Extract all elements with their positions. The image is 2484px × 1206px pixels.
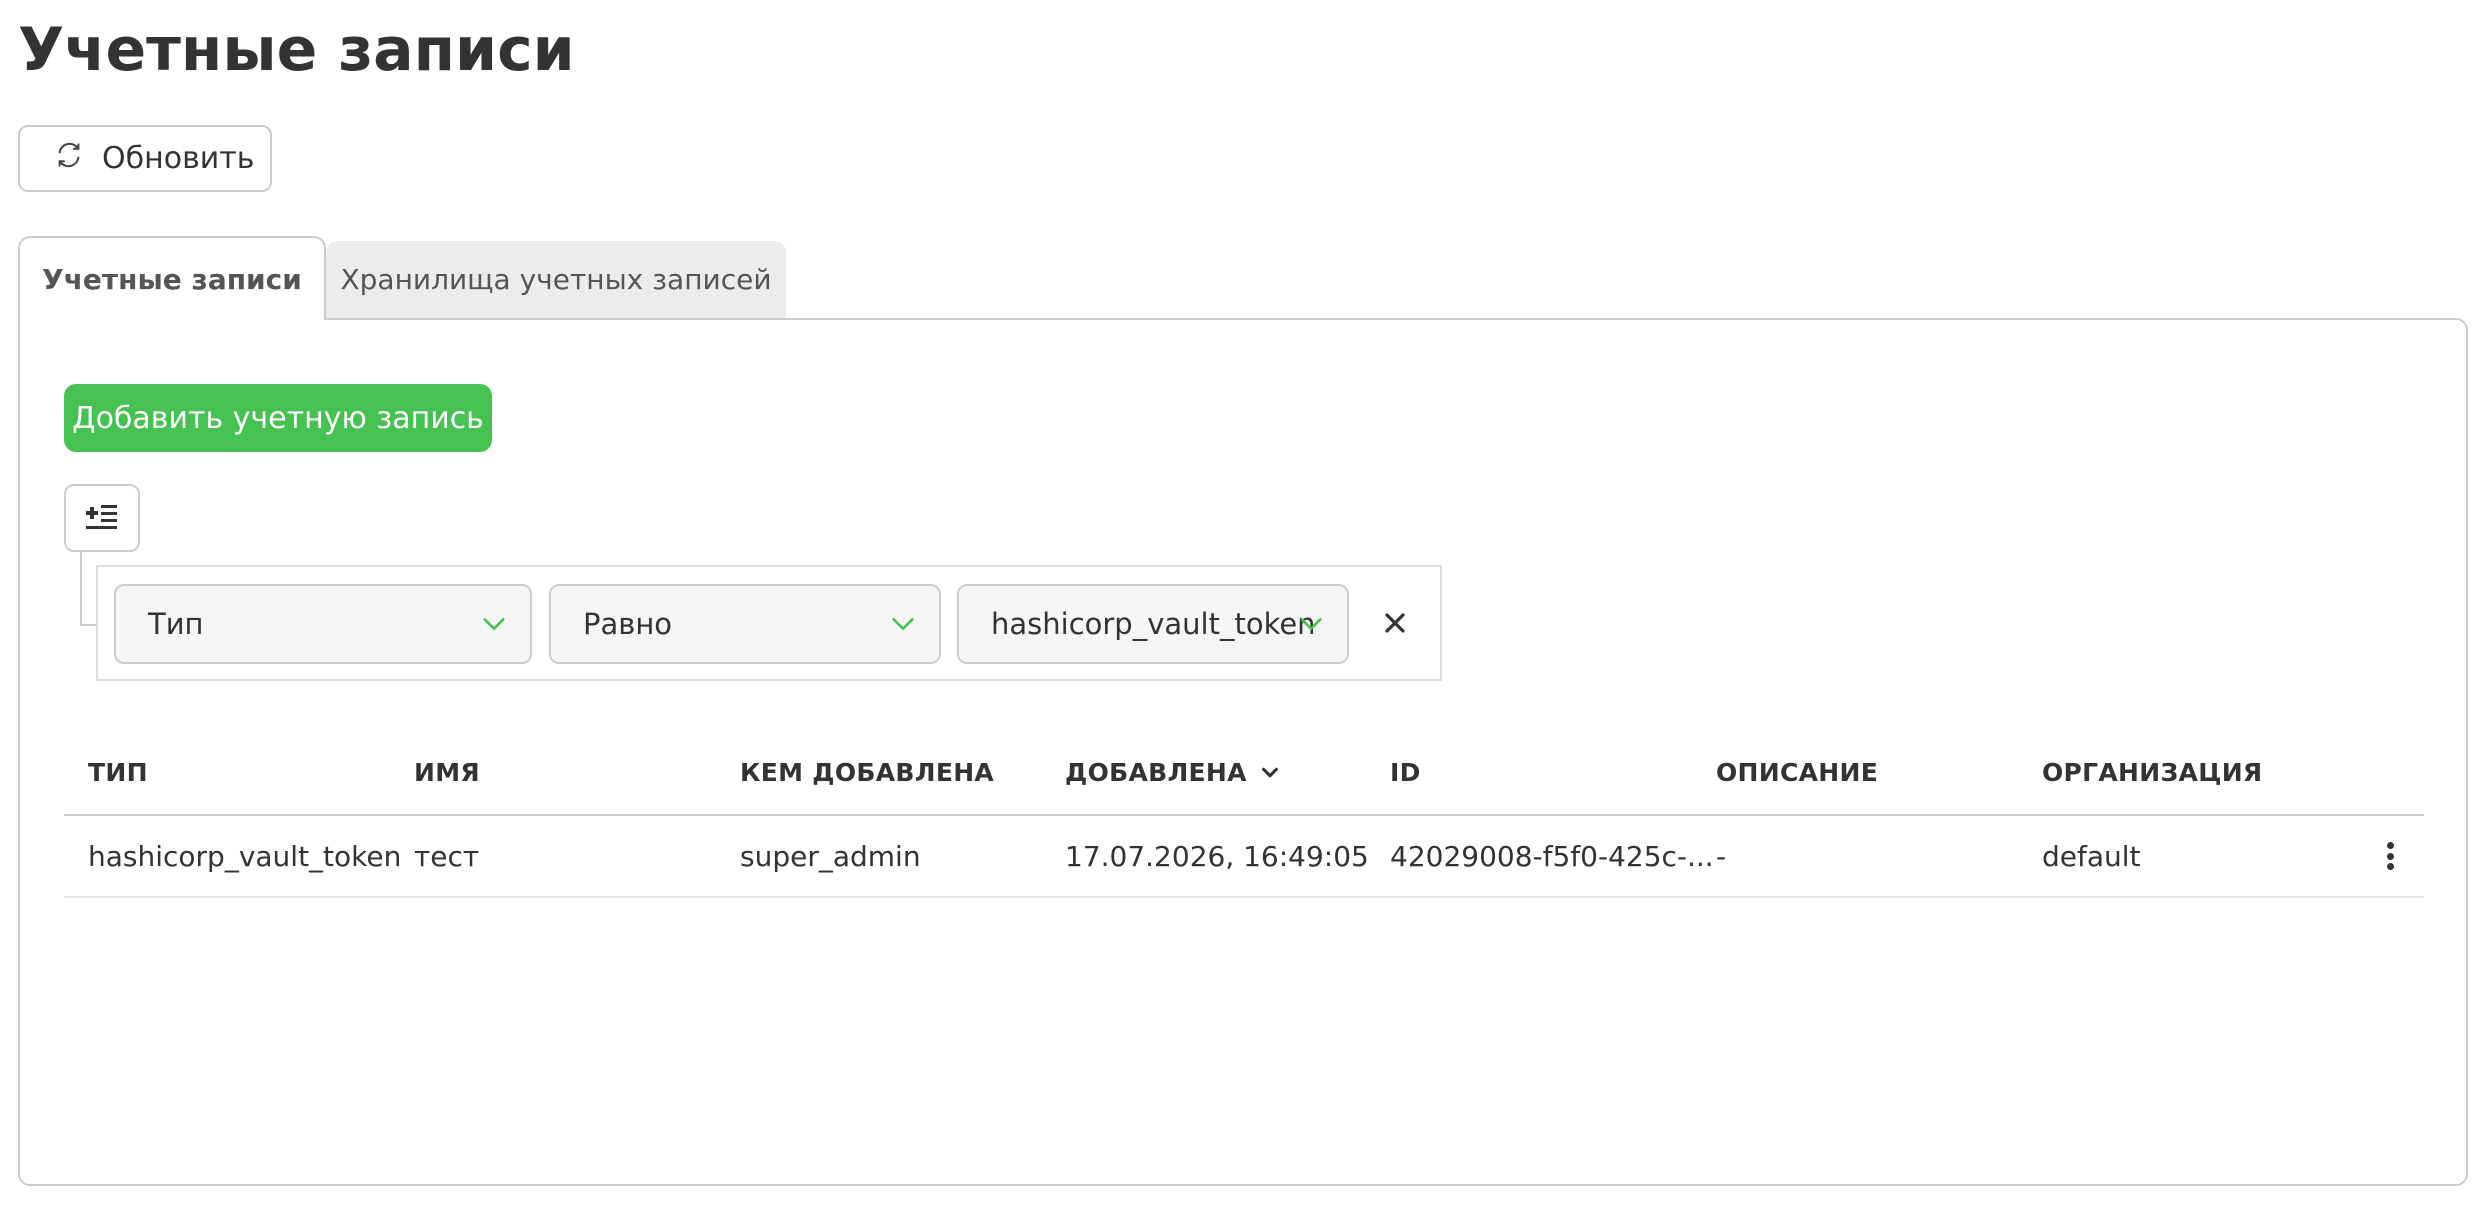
add-account-button[interactable]: Добавить учетную запись	[64, 384, 492, 452]
refresh-icon	[54, 140, 84, 178]
cell-type: hashicorp_vault_token	[88, 840, 402, 873]
column-header-added-at-label: ДОБАВЛЕНА	[1065, 758, 1247, 787]
cell-name: тест	[414, 840, 480, 873]
cell-organization: default	[2042, 840, 2141, 873]
filter-operator-select[interactable]: Равно	[549, 584, 941, 664]
page-title: Учетные записи	[18, 15, 575, 85]
filter-value-text: hashicorp_vault_token	[991, 607, 1316, 641]
cell-added-by: super_admin	[740, 840, 921, 873]
accounts-page: Учетные записи Обновить Учетные записи Х…	[0, 0, 2484, 1206]
column-header-added-at[interactable]: ДОБАВЛЕНА	[1065, 758, 1281, 787]
chevron-down-icon	[892, 618, 914, 630]
filter-field-select[interactable]: Тип	[114, 584, 532, 664]
column-header-name[interactable]: ИМЯ	[414, 758, 480, 787]
column-header-type[interactable]: ТИП	[88, 758, 148, 787]
column-header-description[interactable]: ОПИСАНИЕ	[1716, 758, 1878, 787]
refresh-button[interactable]: Обновить	[18, 125, 272, 192]
column-header-added-by[interactable]: КЕМ ДОБАВЛЕНА	[740, 758, 994, 787]
filter-add-icon	[85, 501, 119, 535]
close-icon	[1385, 613, 1405, 633]
column-header-organization[interactable]: ОРГАНИЗАЦИЯ	[2042, 758, 2262, 787]
filter-field-value: Тип	[148, 607, 204, 641]
chevron-down-icon	[1300, 618, 1322, 630]
filter-operator-value: Равно	[583, 607, 673, 641]
cell-description: -	[1716, 840, 1727, 873]
kebab-menu-icon[interactable]	[2380, 838, 2400, 874]
cell-added-at: 17.07.2026, 16:49:05	[1065, 840, 1369, 873]
chevron-down-icon	[483, 618, 505, 630]
table-row[interactable]: hashicorp_vault_token тест super_admin 1…	[64, 816, 2424, 898]
cell-id: 42029008-f5f0-425c-...	[1390, 840, 1714, 873]
remove-filter-button[interactable]	[1378, 606, 1412, 640]
sort-desc-icon	[1261, 767, 1278, 777]
filter-value-select[interactable]: hashicorp_vault_token	[957, 584, 1349, 664]
tab-account-storages[interactable]: Хранилища учетных записей	[326, 241, 786, 318]
table-header: ТИП ИМЯ КЕМ ДОБАВЛЕНА ДОБАВЛЕНА ID ОПИСА…	[64, 744, 2424, 816]
add-filter-button[interactable]	[64, 484, 140, 552]
column-header-id[interactable]: ID	[1390, 758, 1421, 787]
refresh-label: Обновить	[102, 141, 255, 176]
accounts-table: ТИП ИМЯ КЕМ ДОБАВЛЕНА ДОБАВЛЕНА ID ОПИСА…	[64, 744, 2424, 898]
tab-accounts[interactable]: Учетные записи	[18, 236, 326, 320]
